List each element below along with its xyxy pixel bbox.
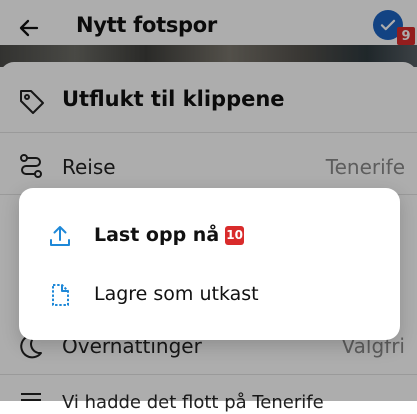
save-options-dialog: Last opp nå 10 Lagre som utkast <box>19 188 400 340</box>
save-draft-option[interactable]: Lagre som utkast <box>19 266 400 324</box>
upload-label: Last opp nå 10 <box>94 224 245 246</box>
draft-document-icon <box>52 284 69 306</box>
upload-label-text: Last opp nå <box>94 224 220 246</box>
app-screen: Nytt fotspor 9 Utflukt til klippene Reis… <box>0 0 417 413</box>
draft-label: Lagre som utkast <box>94 283 259 305</box>
upload-now-option[interactable]: Last opp nå 10 <box>19 207 400 265</box>
upload-number-badge: 10 <box>225 226 245 245</box>
upload-icon <box>50 226 70 246</box>
